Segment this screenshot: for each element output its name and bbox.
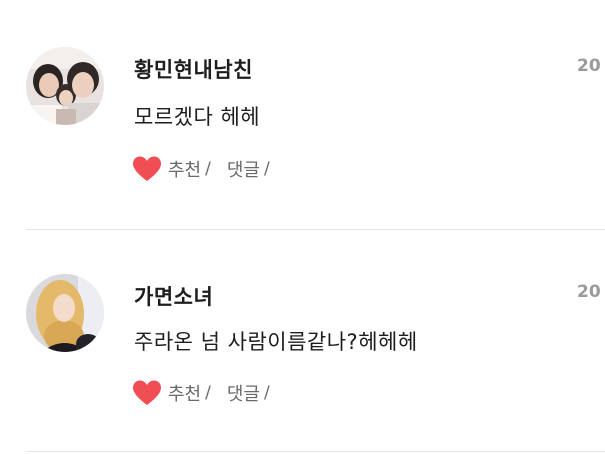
comment-body: 모르겠다 헤헤 [134,105,261,129]
username[interactable]: 황민현내남친 [134,54,253,84]
username[interactable]: 가면소녀 [134,281,213,311]
comment-body: 주라온 넘 사람이름같나?헤헤헤 [134,330,418,354]
comment-item: 가면소녀 20 주라온 넘 사람이름같나?헤헤헤 추천 / 댓글 / [0,230,605,452]
comment-date: 20 [577,56,601,76]
reply-button[interactable]: 댓글 [227,156,260,182]
comment-date: 20 [577,282,601,302]
reply-button[interactable]: 댓글 [227,380,260,406]
recommend-button[interactable]: 추천 [168,156,201,182]
separator: / [205,159,211,179]
separator: / [263,383,270,403]
comment-item: 황민현내남친 20 모르겠다 헤헤 추천 / 댓글 / [0,0,605,229]
avatar-photo [26,47,104,125]
separator: / [263,159,270,179]
heart-icon[interactable] [132,155,162,183]
avatar-photo [26,274,104,352]
separator: / [205,383,211,403]
comment-actions: 추천 / 댓글 / [132,154,280,184]
recommend-button[interactable]: 추천 [168,380,201,406]
avatar[interactable] [26,47,104,125]
divider [26,451,605,452]
comment-actions: 추천 / 댓글 / [132,378,280,408]
heart-icon[interactable] [132,379,162,407]
avatar[interactable] [26,274,104,352]
